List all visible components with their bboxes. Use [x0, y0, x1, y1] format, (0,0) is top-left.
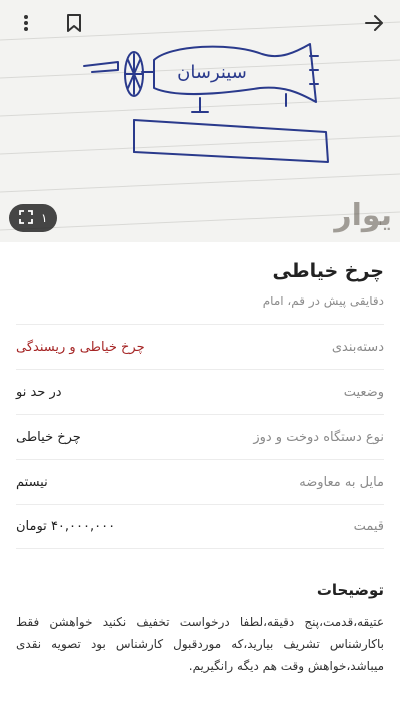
expand-icon — [19, 209, 33, 227]
detail-label: مایل به معاوضه — [299, 474, 384, 490]
more-options-icon[interactable] — [14, 11, 38, 35]
detail-row-condition: وضعیت در حد نو — [16, 369, 384, 414]
detail-value: نیستم — [16, 474, 48, 490]
listing-details: چرخ خیاطی دقایقی پیش در قم، امام دسته‌بن… — [0, 242, 400, 677]
detail-value: چرخ خیاطی — [16, 429, 81, 445]
back-arrow-icon[interactable] — [362, 11, 386, 35]
category-link[interactable]: چرخ خیاطی و ریسندگی — [16, 340, 145, 355]
detail-label: وضعیت — [343, 384, 384, 400]
listing-subtitle: دقایقی پیش در قم، امام — [262, 294, 384, 308]
listing-title: چرخ خیاطی — [272, 260, 384, 282]
bookmark-icon[interactable] — [62, 11, 86, 35]
detail-value: در حد نو — [16, 384, 62, 400]
detail-row-device-type: نوع دستگاه دوخت و دوز چرخ خیاطی — [16, 414, 384, 459]
description-title: توضیحات — [316, 581, 384, 599]
detail-row-price: قیمت ۴۰,۰۰۰,۰۰۰ تومان — [16, 504, 384, 549]
watermark-text: یوار — [334, 198, 392, 233]
detail-label: قیمت — [353, 519, 384, 534]
price-value: ۴۰,۰۰۰,۰۰۰ تومان — [16, 519, 116, 534]
detail-label: نوع دستگاه دوخت و دوز — [253, 429, 384, 445]
detail-row-category[interactable]: دسته‌بندی چرخ خیاطی و ریسندگی — [16, 324, 384, 369]
detail-label: دسته‌بندی — [331, 339, 384, 355]
top-bar — [0, 0, 400, 46]
description-text: عتیقه،قدمت،پنج دقیقه،لطفا درخواست تخفیف … — [16, 615, 384, 673]
sketch-text: سینرسان — [177, 62, 247, 83]
details-table: دسته‌بندی چرخ خیاطی و ریسندگی وضعیت در ح… — [16, 324, 384, 549]
gallery-count: ۱ — [41, 211, 48, 225]
gallery-button[interactable]: ۱ — [9, 204, 58, 232]
listing-image[interactable]: سینرسان یوار ۱ — [0, 0, 400, 242]
detail-row-exchange: مایل به معاوضه نیستم — [16, 459, 384, 504]
